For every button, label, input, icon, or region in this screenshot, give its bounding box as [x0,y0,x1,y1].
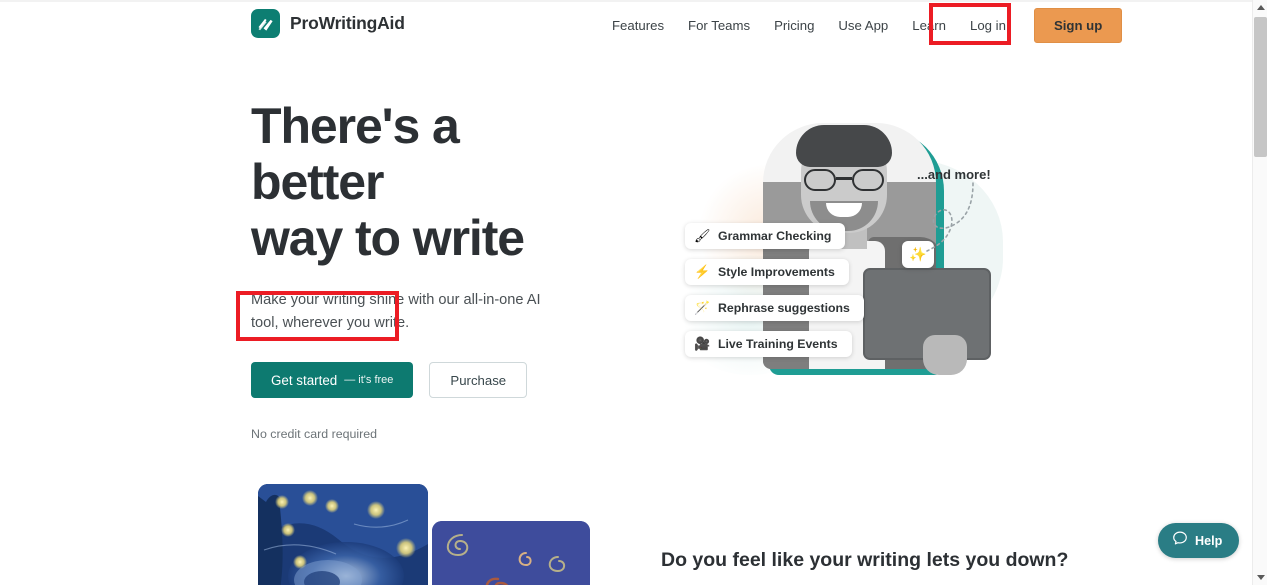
feature-badge: 🪄 Rephrase suggestions [685,295,864,321]
get-started-label: Get started [271,372,338,388]
scrollbar-thumb[interactable] [1254,17,1267,157]
feature-badge-list: 🖌 Grammar Checking ⚡ Style Improvements … [685,223,864,357]
feature-badge: 🖌 Grammar Checking [685,223,846,249]
help-widget-button[interactable]: Help [1158,523,1240,558]
feature-badge: 🎥 Live Training Events [685,331,852,357]
chat-bubble-icon [1172,530,1188,551]
brand-logo[interactable]: ProWritingAid [251,9,405,38]
signup-button-wrap: Sign up [1033,7,1123,43]
site-header: ProWritingAid Features For Teams Pricing… [0,0,1252,50]
section-heading: Do you feel like your writing lets you d… [661,549,1069,571]
feature-badge-label: Grammar Checking [718,229,832,243]
glasses-lens-right [852,169,884,191]
magic-wand-icon: 🪄 [694,300,711,315]
feature-badge-label: Live Training Events [718,337,838,351]
hero-subtitle: Make your writing shine with our all-in-… [251,292,541,331]
scroll-up-arrow-icon[interactable] [1253,0,1267,15]
nav-link-features[interactable]: Features [600,12,676,39]
cta-row: Get started — it's free Purchase [251,362,581,398]
no-credit-card-note: No credit card required [251,427,378,441]
hero-title-line-1: There's a better [251,98,460,210]
book-logo-icon [251,9,280,38]
page-title: There's a better way to write [251,98,581,266]
and-more-annotation: ...and more! [917,167,991,182]
hero-illustration: 🖌 Grammar Checking ⚡ Style Improvements … [655,105,1005,380]
vertical-scrollbar[interactable] [1252,0,1267,585]
nav-link-for-teams[interactable]: For Teams [676,12,762,39]
brand-name: ProWritingAid [290,13,405,33]
hand [923,335,967,375]
feature-badge-label: Rephrase suggestions [718,301,850,315]
glasses-icon [804,169,884,191]
feature-badge: ⚡ Style Improvements [685,259,849,285]
main-nav: Features For Teams Pricing Use App Learn… [600,0,1123,50]
hero-content: There's a better way to write Make your … [251,98,581,441]
get-started-button[interactable]: Get started — it's free [251,362,414,398]
page-viewport: ProWritingAid Features For Teams Pricing… [0,0,1252,585]
nav-link-use-app[interactable]: Use App [826,12,900,39]
glasses-lens-left [804,169,836,191]
glasses-bridge [836,177,852,180]
scroll-down-arrow-icon[interactable] [1253,570,1267,585]
browser-page: ProWritingAid Features For Teams Pricing… [0,0,1267,585]
doodle-card-image [432,521,590,585]
starry-night-image [258,484,428,585]
nav-link-log-in[interactable]: Log in [958,12,1018,39]
nav-link-pricing[interactable]: Pricing [762,12,826,39]
hero-title-line-2: way to write [251,210,525,266]
purchase-button[interactable]: Purchase [429,362,528,398]
pencil-icon: 🖌 [694,228,711,243]
feature-badge-label: Style Improvements [718,265,835,279]
signup-button[interactable]: Sign up [1033,7,1123,43]
dotted-arrow-icon [926,182,974,252]
hair [796,125,892,167]
help-widget-label: Help [1195,533,1223,548]
movie-camera-icon: 🎥 [694,336,711,351]
nav-link-learn[interactable]: Learn [900,12,958,39]
get-started-suffix: — it's free [344,374,394,386]
lightning-bolt-icon: ⚡ [694,264,711,279]
